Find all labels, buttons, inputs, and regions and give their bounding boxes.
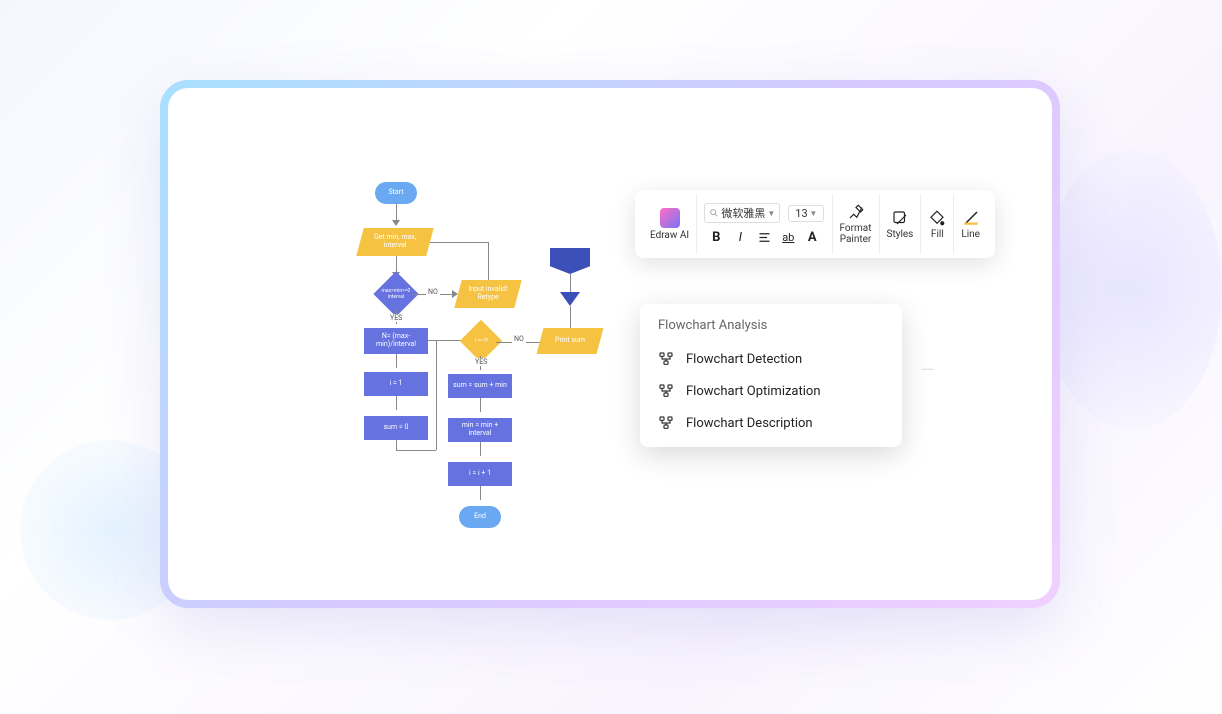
panel-title: Flowchart Analysis [640,316,902,343]
font-group: 微软雅黑 ▼ 13 ▼ B I ab A [696,194,831,254]
node-compute-n[interactable]: N= (max-min)/interval [364,328,428,354]
node-start[interactable]: Start [375,182,417,204]
styles-label: Styles [887,229,914,240]
edge [480,398,481,412]
node-flag[interactable] [550,248,590,274]
edge [488,242,489,280]
node-invalid[interactable]: Input invalid! Retype [454,280,522,308]
node-connector[interactable] [560,292,580,306]
formatting-toolbar: Edraw AI 微软雅黑 ▼ 13 ▼ B I ab A Format Pai… [635,190,995,258]
edge-label-yes: YES [388,314,404,322]
edge [570,274,571,292]
edraw-ai-group[interactable]: Edraw AI [643,194,696,254]
font-name-value: 微软雅黑 [721,205,765,221]
node-i-eq-1[interactable]: i = 1 [364,372,428,396]
edge [430,242,488,243]
node-label: End [474,513,486,521]
edge [480,442,481,456]
node-sum-eq-0[interactable]: sum = 0 [364,416,428,440]
menu-label: Flowchart Detection [686,352,802,367]
node-get-input[interactable]: Get min, max, interval [356,228,434,256]
font-size-select[interactable]: 13 ▼ [788,205,824,222]
edge-label-no: NO [426,288,440,296]
line-label: Line [961,229,980,240]
edge [396,450,436,451]
menu-item-description[interactable]: Flowchart Description [640,407,902,439]
format-painter-label: Format Painter [840,223,872,245]
align-icon [757,230,772,245]
bold-button[interactable]: B [708,229,724,245]
node-end[interactable]: End [459,506,501,528]
edge [396,396,397,410]
node-label: sum = sum + min [453,382,507,390]
node-label: sum = 0 [384,424,409,432]
edge [480,486,481,500]
menu-item-detection[interactable]: Flowchart Detection [640,343,902,375]
node-i-inc[interactable]: i = i + 1 [448,462,512,486]
node-label: Start [388,189,403,197]
fill-icon [928,209,946,227]
node-label: Input invalid! Retype [460,286,516,301]
arrow-down-icon [392,220,400,226]
edge [396,440,397,450]
node-label: min = min + interval [450,422,510,437]
flowchart-icon [658,415,674,431]
node-i-le-n[interactable]: i <= N [460,320,502,362]
node-label: Print sum [555,337,585,345]
strikethrough-button[interactable]: ab [780,229,796,245]
edge [396,354,397,368]
edge-label-no2: NO [512,335,526,343]
node-print-sum[interactable]: Print sum [537,328,604,354]
flowchart-icon [658,351,674,367]
node-label: i = 1 [390,380,403,388]
styles-group[interactable]: Styles [879,194,921,254]
chevron-down-icon: ▼ [767,209,775,218]
menu-label: Flowchart Optimization [686,384,821,399]
styles-icon [891,209,909,227]
bg-blob [1042,150,1222,430]
edge [570,306,571,328]
search-icon [709,208,719,218]
edge-label-yes2: YES [473,358,489,366]
menu-label: Flowchart Description [686,416,813,431]
font-size-value: 13 [795,207,807,220]
align-button[interactable] [756,229,772,245]
flowchart-analysis-panel: Flowchart Analysis Flowchart Detection F… [640,304,902,447]
chevron-down-icon: ▼ [809,209,817,218]
font-color-button[interactable]: A [804,229,820,245]
format-painter-group[interactable]: Format Painter [832,194,879,254]
edraw-ai-icon [660,208,680,228]
font-family-select[interactable]: 微软雅黑 ▼ [704,203,780,223]
node-label: i = i + 1 [469,470,491,478]
line-icon [962,209,980,227]
node-label: max>min>=0 interval [382,289,411,300]
node-label: N= (max-min)/interval [366,333,426,348]
node-label: Get min, max, interval [362,234,428,249]
flowchart-canvas[interactable]: Start Get min, max, interval max>min>=0 … [180,100,610,560]
collapse-handle[interactable]: — [920,360,946,368]
line-group[interactable]: Line [953,194,987,254]
format-painter-icon [847,203,865,221]
menu-item-optimization[interactable]: Flowchart Optimization [640,375,902,407]
edraw-ai-label: Edraw AI [650,230,689,241]
node-min-add[interactable]: min = min + interval [448,418,512,442]
italic-button[interactable]: I [732,229,748,245]
fill-label: Fill [931,229,944,240]
edge [436,340,437,450]
node-sum-add[interactable]: sum = sum + min [448,374,512,398]
fill-group[interactable]: Fill [920,194,953,254]
node-label: i <= N [475,338,488,344]
flowchart-icon [658,383,674,399]
